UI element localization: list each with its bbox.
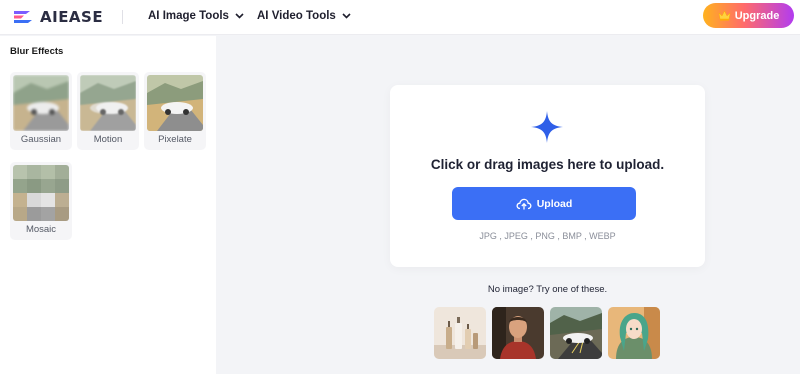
logo-icon (14, 11, 32, 23)
effect-label: Gaussian (20, 134, 62, 145)
upload-dropzone[interactable]: Click or drag images here to upload. Upl… (390, 85, 705, 267)
plus-sparkle-icon (531, 111, 563, 143)
effect-thumbnail (13, 165, 69, 221)
sidebar-title: Blur Effects (10, 46, 64, 57)
brand-logo[interactable]: AIEASE (12, 7, 103, 27)
upgrade-label: Upgrade (734, 9, 780, 22)
effect-label: Mosaic (25, 224, 57, 235)
chevron-down-icon (342, 13, 351, 19)
sample-image-man[interactable] (492, 307, 544, 359)
nav-ai-video-tools-label: AI Video Tools (257, 10, 336, 22)
effect-thumbnail (13, 75, 69, 131)
upgrade-button[interactable]: Upgrade (703, 3, 794, 28)
sidebar: Blur Effects Gaussian Motion Pixelate Mo… (0, 36, 216, 374)
effect-mosaic[interactable]: Mosaic (10, 162, 72, 240)
effect-label: Motion (93, 134, 123, 145)
effect-gaussian[interactable]: Gaussian (10, 72, 72, 150)
top-header: AIEASE AI Image Tools AI Video Tools Upg… (0, 0, 800, 35)
samples-label: No image? Try one of these. (487, 284, 608, 295)
crown-icon (718, 10, 731, 21)
brand-name: AIEASE (40, 8, 104, 26)
chevron-down-icon (235, 13, 244, 19)
nav-ai-video-tools[interactable]: AI Video Tools (257, 10, 351, 22)
effect-thumbnail (80, 75, 136, 131)
sample-image-bottles[interactable] (434, 307, 486, 359)
effect-pixelate[interactable]: Pixelate (144, 72, 206, 150)
effect-label: Pixelate (158, 134, 192, 145)
sample-image-anime-girl[interactable] (608, 307, 660, 359)
effect-thumbnail (147, 75, 203, 131)
header-divider (122, 10, 123, 24)
supported-formats: JPG , JPEG , PNG , BMP , WEBP (479, 231, 616, 241)
cloud-upload-icon (516, 198, 532, 209)
effect-motion[interactable]: Motion (77, 72, 139, 150)
upload-button-label: Upload (536, 197, 573, 210)
upload-prompt: Click or drag images here to upload. (430, 157, 665, 172)
nav-ai-image-tools-label: AI Image Tools (148, 10, 229, 22)
sample-image-car[interactable] (550, 307, 602, 359)
nav-ai-image-tools[interactable]: AI Image Tools (148, 10, 244, 22)
upload-button[interactable]: Upload (452, 187, 636, 220)
